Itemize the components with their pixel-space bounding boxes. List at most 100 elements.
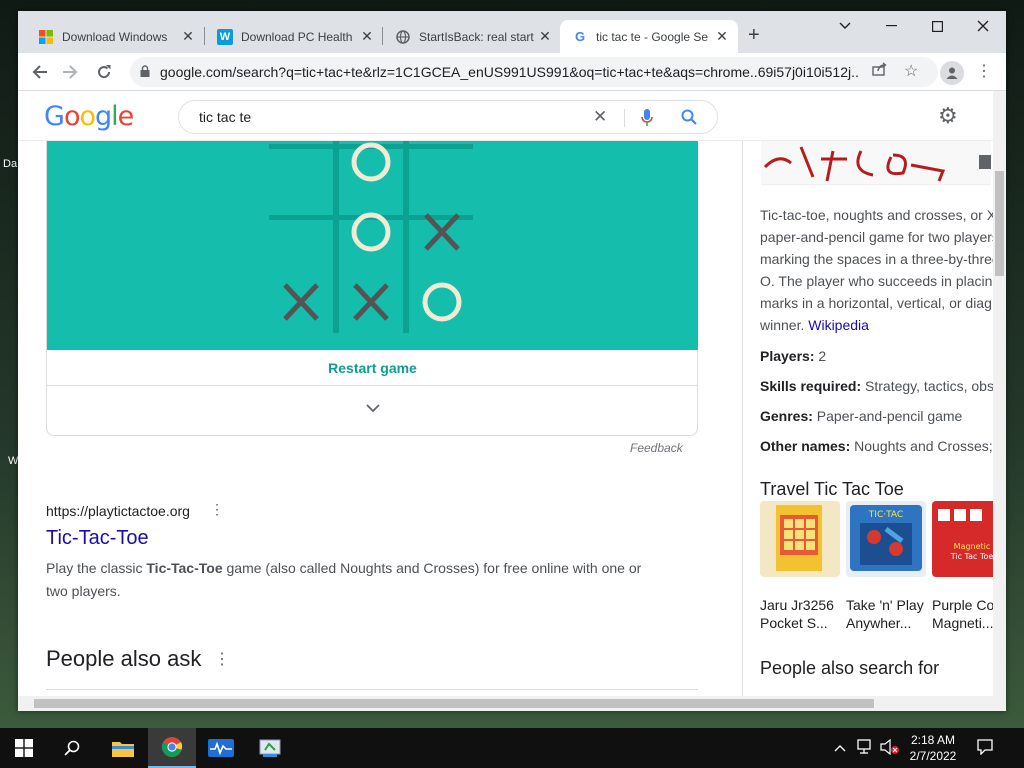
product-label[interactable]: Take 'n' Play Anywher... — [846, 596, 936, 632]
result-snippet: Play the classic Tic-Tac-Toe game (also … — [46, 557, 656, 603]
search-box[interactable]: tic tac te ✕ — [178, 100, 718, 134]
tray-overflow-chevron-icon[interactable] — [834, 739, 846, 755]
horizontal-scrollbar[interactable] — [18, 696, 1006, 711]
cell-o[interactable] — [422, 282, 462, 322]
cell-x[interactable] — [353, 283, 389, 321]
chrome-window: Download Windows ✕ W Download PC Health … — [18, 11, 1006, 711]
bookmark-star-icon[interactable]: ☆ — [904, 61, 918, 81]
chrome-menu-icon[interactable]: ⋮ — [976, 61, 992, 81]
expand-chevron-icon[interactable] — [47, 386, 698, 436]
svg-text:Magnetic: Magnetic — [954, 542, 991, 551]
settings-gear-icon[interactable]: ⚙ — [938, 103, 958, 129]
snippet-bold: Tic-Tac-Toe — [146, 560, 223, 576]
scroll-thumb[interactable] — [995, 171, 1004, 276]
monitor-app-icon[interactable] — [197, 728, 245, 768]
desktop-icon-label: Da — [3, 158, 18, 170]
people-also-ask-heading: People also ask — [46, 646, 202, 671]
tab-title: StartIsBack: real start — [419, 29, 534, 44]
close-tab-icon[interactable]: ✕ — [180, 28, 196, 45]
wikipedia-link[interactable]: Wikipedia — [808, 317, 869, 333]
also-search-heading: People also search for — [760, 658, 940, 678]
tab-title: Download PC Health — [241, 29, 353, 44]
kp-fact-other-names: Other names: Noughts and Crosses; — [760, 438, 993, 454]
clock-time: 2:18 AM — [910, 733, 956, 747]
product-image[interactable]: TIC·TAC — [846, 501, 926, 577]
kp-desc-line: Tic-tac-toe, noughts and crosses, or Xs — [760, 207, 993, 223]
cell-x[interactable] — [424, 213, 460, 251]
kp-header-image[interactable] — [761, 141, 991, 185]
product-label[interactable]: Purple Co Magneti... — [932, 596, 993, 632]
kp-desc-line: marks in a horizontal, vertical, or diag — [760, 295, 992, 311]
product-label[interactable]: Jaru Jr3256 Pocket S... — [760, 596, 850, 632]
divider — [624, 109, 625, 127]
close-tab-icon[interactable]: ✕ — [359, 28, 375, 45]
google-g-icon: G — [574, 29, 586, 44]
kp-desc-line: paper-and-pencil game for two players — [760, 229, 993, 245]
new-tab-button[interactable]: + — [748, 24, 760, 47]
google-logo[interactable]: Google — [44, 101, 134, 132]
game-board — [47, 141, 698, 350]
knowledge-panel: Tic-tac-toe, noughts and crosses, or Xs … — [742, 141, 993, 696]
file-explorer-icon[interactable] — [99, 728, 147, 768]
result-title-link[interactable]: Tic-Tac-Toe — [46, 527, 149, 550]
close-window-button[interactable] — [960, 11, 1006, 41]
tab-google-search[interactable]: G tic tac te - Google Se ✕ — [560, 20, 738, 53]
product-image[interactable]: Magnetic Tic Tac Toe — [932, 501, 993, 577]
search-query[interactable]: tic tac te — [199, 109, 251, 125]
cell-x[interactable] — [283, 283, 319, 321]
travel-heading: Travel Tic Tac Toe — [760, 479, 904, 499]
share-icon[interactable] — [872, 62, 887, 79]
cell-o[interactable] — [351, 142, 391, 182]
profile-avatar[interactable] — [940, 61, 964, 85]
desktop-icon-label: W — [8, 455, 19, 467]
clock-date: 2/7/2022 — [909, 749, 957, 763]
address-bar[interactable]: google.com/search?q=tic+tac+te&rlz=1C1GC… — [130, 57, 938, 87]
tab-title: tic tac te - Google Se — [596, 29, 709, 44]
close-tab-icon[interactable]: ✕ — [714, 28, 730, 45]
result-more-icon[interactable]: ⋮ — [210, 501, 224, 518]
divider — [46, 689, 698, 690]
clear-search-icon[interactable]: ✕ — [593, 107, 607, 127]
back-button[interactable] — [28, 60, 52, 84]
cell-o[interactable] — [351, 212, 391, 252]
tab-download-windows[interactable]: Download Windows ✕ — [26, 20, 204, 53]
close-tab-icon[interactable]: ✕ — [537, 28, 553, 45]
search-icon[interactable] — [681, 109, 697, 130]
installer-app-icon[interactable] — [246, 728, 294, 768]
kp-fact-skills: Skills required: Strategy, tactics, obse — [760, 378, 993, 394]
minimize-button[interactable] — [868, 11, 914, 41]
w-logo-icon: W — [217, 28, 233, 45]
chrome-taskbar-icon[interactable] — [148, 728, 196, 768]
google-header: Google tic tac te ✕ ⚙ — [18, 91, 993, 141]
svg-text:Tic Tac Toe: Tic Tac Toe — [950, 552, 993, 561]
tab-startisback[interactable]: StartIsBack: real start ✕ — [383, 20, 561, 53]
kp-description: Tic-tac-toe, noughts and crosses, or Xs … — [760, 204, 993, 336]
notifications-icon[interactable] — [977, 739, 993, 758]
start-button[interactable] — [0, 728, 48, 768]
taskbar-clock[interactable]: 2:18 AM 2/7/2022 — [905, 732, 961, 764]
result-cite-url[interactable]: https://playtictactoe.org — [46, 503, 190, 519]
voice-search-icon[interactable] — [641, 109, 653, 132]
feedback-link[interactable]: Feedback — [630, 441, 683, 455]
maximize-button[interactable] — [914, 11, 960, 41]
network-icon[interactable] — [857, 739, 875, 758]
browser-toolbar: google.com/search?q=tic+tac+te&rlz=1C1GC… — [18, 53, 1006, 91]
kp-desc-line: winner. — [760, 317, 805, 333]
volume-muted-icon[interactable] — [880, 738, 900, 758]
search-icon[interactable] — [48, 728, 96, 768]
tab-strip: Download Windows ✕ W Download PC Health … — [18, 11, 1006, 53]
lock-icon[interactable] — [140, 64, 150, 80]
forward-button[interactable] — [58, 60, 82, 84]
vertical-scrollbar[interactable] — [993, 91, 1006, 696]
product-image[interactable] — [760, 501, 840, 577]
scroll-thumb[interactable] — [34, 699, 874, 708]
tab-search-chevron-icon[interactable] — [822, 11, 868, 41]
tab-pc-health[interactable]: W Download PC Health ✕ — [205, 20, 383, 53]
kp-fact-genres: Genres: Paper-and-pencil game — [760, 408, 963, 424]
svg-text:TIC·TAC: TIC·TAC — [868, 510, 903, 520]
tab-title: Download Windows — [62, 29, 168, 44]
url-text: google.com/search?q=tic+tac+te&rlz=1C1GC… — [160, 64, 860, 80]
restart-game-button[interactable]: Restart game — [47, 350, 698, 386]
reload-button[interactable] — [92, 60, 116, 84]
paa-more-icon[interactable]: ⋮ — [214, 649, 230, 669]
